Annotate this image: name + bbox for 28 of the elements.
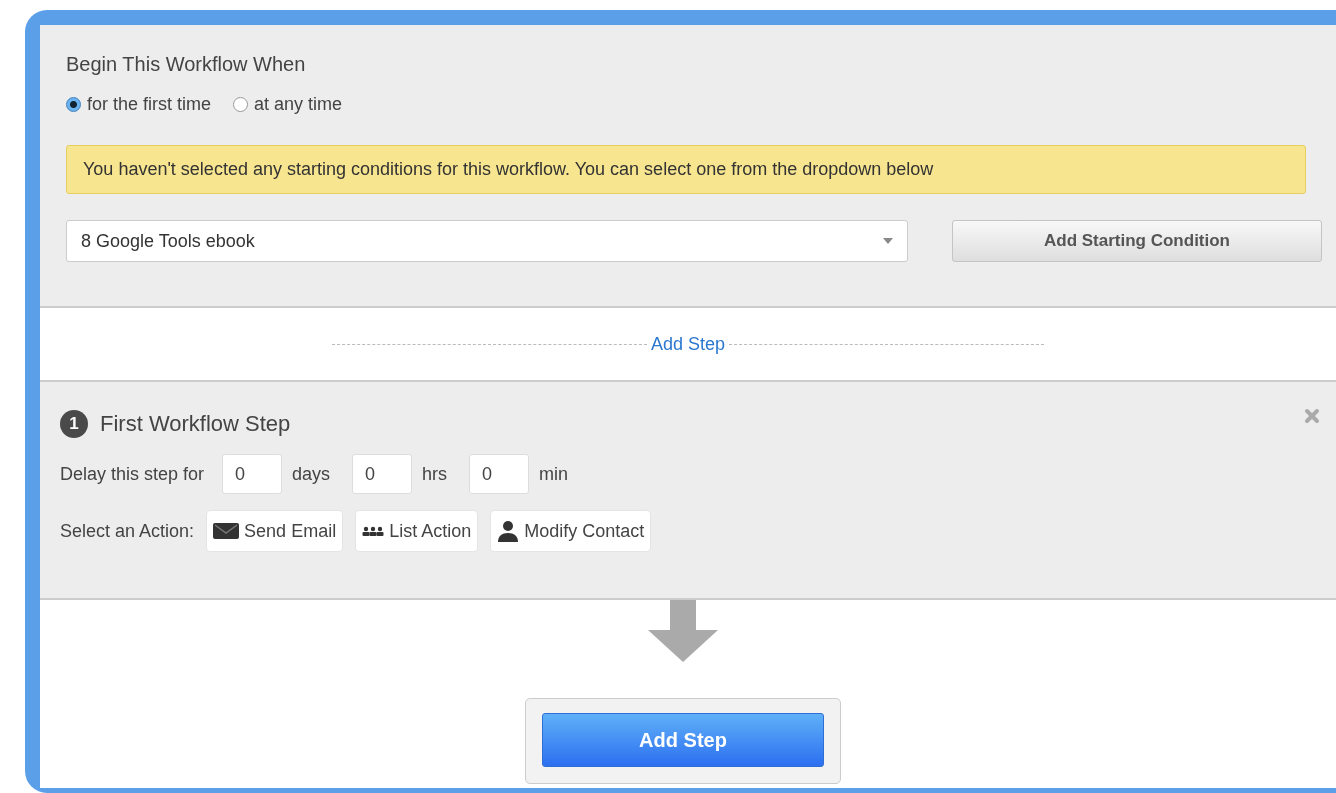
action-button[interactable]: Modify Contact xyxy=(490,510,652,552)
delay-input[interactable]: 0 xyxy=(352,454,413,494)
close-icon[interactable] xyxy=(1304,408,1320,424)
delay-input[interactable]: 0 xyxy=(469,454,530,494)
delay-input[interactable]: 0 xyxy=(222,454,283,494)
step-number-badge: 1 xyxy=(60,410,88,438)
section-title: Begin This Workflow When xyxy=(66,53,307,76)
down-arrow-icon xyxy=(648,600,718,662)
delay-label: Delay this step for xyxy=(60,463,205,485)
unit-label: days xyxy=(292,463,331,485)
radio-icon[interactable] xyxy=(66,97,81,112)
people-icon xyxy=(362,526,385,536)
radio-icon[interactable] xyxy=(233,97,249,112)
action-button[interactable]: Send Email xyxy=(206,510,344,552)
envelope-icon xyxy=(213,523,240,539)
action-button[interactable]: List Action xyxy=(355,510,479,552)
radio-option[interactable]: for the first time xyxy=(66,94,212,115)
notice-banner: You haven't selected any starting conditions for this workflow. You can select one from the dropdown below xyxy=(66,145,1306,194)
add-step-link[interactable]: Add Step xyxy=(650,333,726,355)
add-condition-button[interactable]: Add Starting Condition xyxy=(952,220,1322,262)
unit-label: min xyxy=(539,463,569,485)
radio-option[interactable]: at any time xyxy=(233,94,343,115)
person-icon xyxy=(497,520,520,542)
action-label: Select an Action: xyxy=(60,520,195,542)
unit-label: hrs xyxy=(422,463,448,485)
step-title: First Workflow Step xyxy=(100,411,292,437)
caret-icon xyxy=(883,238,893,244)
condition-dropdown[interactable]: 8 Google Tools ebook xyxy=(66,220,908,262)
